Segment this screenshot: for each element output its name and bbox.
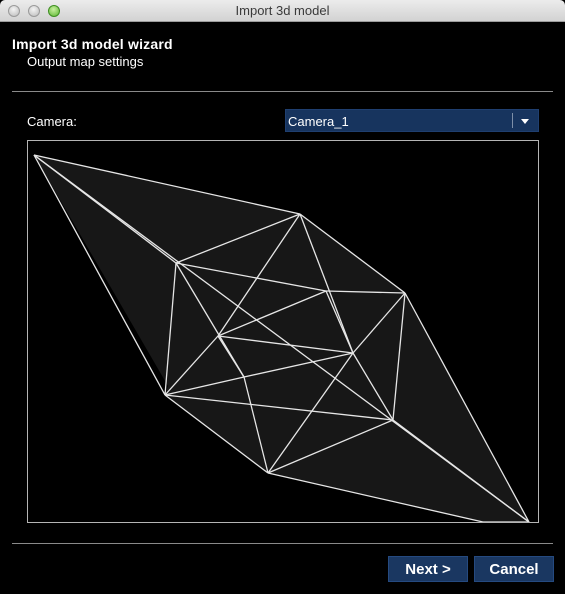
wizard-subtitle: Output map settings <box>27 54 144 69</box>
map-preview <box>27 140 539 523</box>
chevron-down-icon[interactable] <box>521 119 529 124</box>
cancel-button[interactable]: Cancel <box>474 556 554 582</box>
camera-select-value: Camera_1 <box>288 114 349 129</box>
camera-select[interactable]: Camera_1 <box>285 109 539 132</box>
next-button[interactable]: Next > <box>388 556 468 582</box>
mesh-wireframe <box>33 154 530 522</box>
import-3d-model-window: Import 3d model Import 3d model wizard O… <box>0 0 565 594</box>
footer-divider <box>12 543 553 544</box>
wizard-title: Import 3d model wizard <box>12 36 173 52</box>
camera-label: Camera: <box>27 114 77 129</box>
window-title: Import 3d model <box>235 3 330 18</box>
header-divider <box>12 91 553 92</box>
select-separator <box>512 113 513 128</box>
title-bar[interactable]: Import 3d model <box>0 0 565 22</box>
